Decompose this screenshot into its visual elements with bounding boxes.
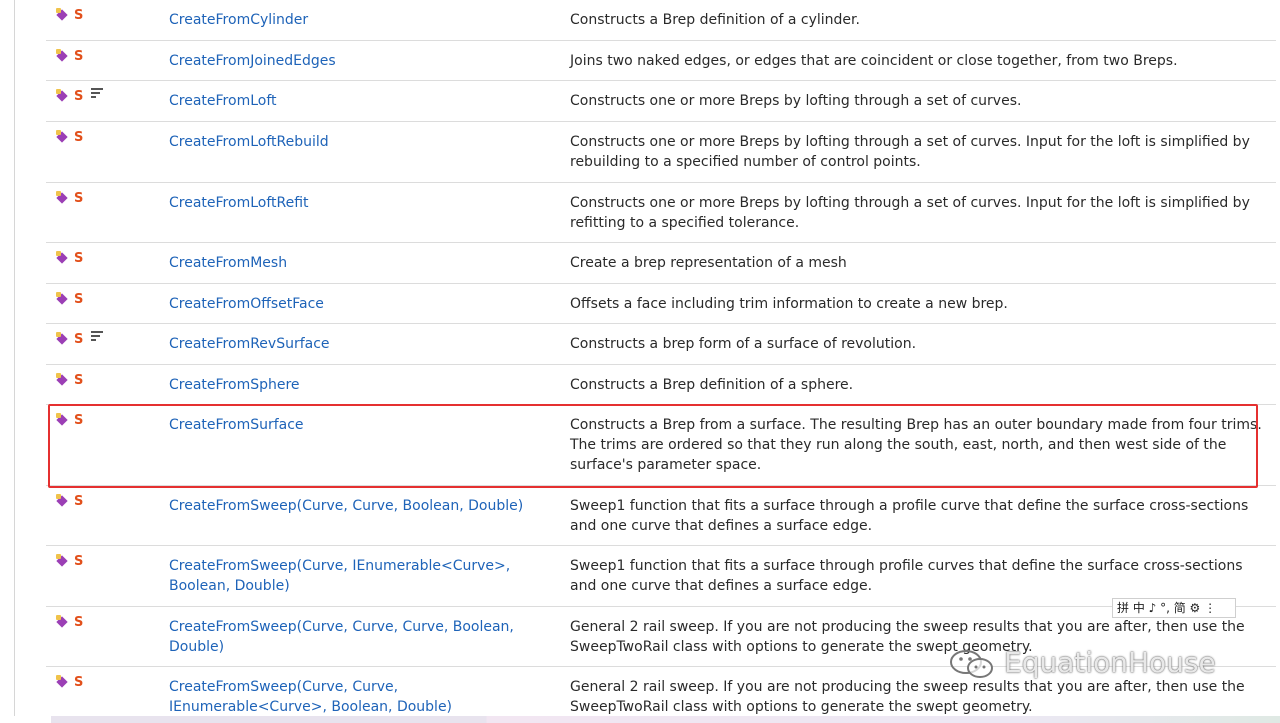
table-row: S CreateFromLoftRefit Constructs one or …	[46, 183, 1276, 243]
method-description: General 2 rail sweep. If you are not pro…	[570, 679, 1245, 715]
method-link[interactable]: CreateFromLoftRefit	[169, 193, 559, 213]
method-link[interactable]: CreateFromLoftRebuild	[169, 132, 559, 152]
member-icons: S	[56, 411, 83, 431]
table-row: S CreateFromMesh Create a brep represent…	[46, 243, 1276, 284]
watermark-text: EquationHouse	[1004, 646, 1216, 679]
table-row: S CreateFromSweep(Curve, IEnumerable<Cur…	[46, 546, 1276, 607]
public-method-icon	[56, 251, 70, 266]
member-icons: S	[56, 371, 83, 391]
static-icon: S	[74, 554, 84, 569]
method-description: Offsets a face including trim informatio…	[570, 296, 1008, 312]
static-icon: S	[74, 373, 84, 388]
method-description: Constructs a Brep from a surface. The re…	[570, 417, 1262, 473]
method-description: Sweep1 function that fits a surface thro…	[570, 498, 1249, 534]
public-method-icon	[56, 332, 70, 347]
member-icons: S	[56, 249, 83, 269]
public-method-icon	[56, 554, 70, 569]
static-icon: S	[74, 191, 84, 206]
method-description: Joins two naked edges, or edges that are…	[570, 53, 1178, 69]
static-icon: S	[74, 89, 84, 104]
static-icon: S	[74, 292, 84, 307]
method-link[interactable]: CreateFromSweep(Curve, Curve, IEnumerabl…	[169, 677, 559, 717]
public-method-icon	[56, 373, 70, 388]
overload-icon	[91, 88, 104, 98]
public-method-icon	[56, 191, 70, 206]
method-description: Constructs one or more Breps by lofting …	[570, 195, 1250, 231]
public-method-icon	[56, 413, 70, 428]
method-link[interactable]: CreateFromJoinedEdges	[169, 51, 559, 71]
wechat-logo-icon	[950, 650, 993, 678]
public-method-icon	[56, 8, 70, 23]
overload-icon	[91, 331, 104, 341]
ime-toolbar[interactable]: 拼 中 ♪ °, 简 ⚙ ⋮	[1112, 598, 1236, 618]
watermark: EquationHouse	[948, 643, 1216, 683]
public-method-icon	[56, 494, 70, 509]
method-link[interactable]: CreateFromSweep(Curve, Curve, Boolean, D…	[169, 496, 559, 516]
method-link[interactable]: CreateFromRevSurface	[169, 334, 559, 354]
table-row: S CreateFromCylinder Constructs a Brep d…	[46, 0, 1276, 41]
method-description: Constructs a brep form of a surface of r…	[570, 336, 917, 352]
member-icons: S	[56, 47, 83, 67]
table-row: S CreateFromLoft Constructs one or more …	[46, 81, 1276, 122]
public-method-icon	[56, 130, 70, 145]
method-link[interactable]: CreateFromSweep(Curve, Curve, Curve, Boo…	[169, 617, 559, 657]
public-method-icon	[56, 49, 70, 64]
static-icon: S	[74, 8, 84, 23]
member-icons: S	[56, 128, 83, 148]
static-icon: S	[74, 494, 84, 509]
method-description: Sweep1 function that fits a surface thro…	[570, 558, 1243, 594]
table-row: S CreateFromSurface Constructs a Brep fr…	[46, 405, 1276, 486]
member-icons: S	[56, 330, 104, 350]
static-icon: S	[74, 413, 84, 428]
method-link[interactable]: CreateFromLoft	[169, 91, 559, 111]
table-row: S CreateFromSweep(Curve, Curve, Boolean,…	[46, 486, 1276, 546]
table-row: S CreateFromJoinedEdges Joins two naked …	[46, 41, 1276, 81]
static-icon: S	[74, 675, 84, 690]
method-description: Constructs a Brep definition of a sphere…	[570, 377, 854, 393]
static-icon: S	[74, 332, 84, 347]
public-method-icon	[56, 675, 70, 690]
method-link[interactable]: CreateFromCylinder	[169, 10, 559, 30]
method-link[interactable]: CreateFromSphere	[169, 375, 559, 395]
method-description: Create a brep representation of a mesh	[570, 255, 847, 271]
method-link[interactable]: CreateFromMesh	[169, 253, 559, 273]
member-icons: S	[56, 492, 83, 512]
static-icon: S	[74, 251, 84, 266]
member-icons: S	[56, 87, 104, 107]
method-description: Constructs a Brep definition of a cylind…	[570, 12, 860, 28]
table-row: S CreateFromLoftRebuild Constructs one o…	[46, 122, 1276, 183]
public-method-icon	[56, 615, 70, 630]
member-icons: S	[56, 613, 83, 633]
method-link[interactable]: CreateFromOffsetFace	[169, 294, 559, 314]
table-row: S CreateFromRevSurface Constructs a brep…	[46, 324, 1276, 365]
member-icons: S	[56, 290, 83, 310]
member-icons: S	[56, 189, 83, 209]
table-row: S CreateFromSphere Constructs a Brep def…	[46, 365, 1276, 405]
methods-table: S CreateFromCylinder Constructs a Brep d…	[46, 0, 1276, 723]
left-divider	[14, 0, 15, 723]
static-icon: S	[74, 615, 84, 630]
taskbar-edge	[0, 716, 1280, 723]
public-method-icon	[56, 292, 70, 307]
static-icon: S	[74, 130, 84, 145]
method-description: Constructs one or more Breps by lofting …	[570, 134, 1250, 170]
method-description: Constructs one or more Breps by lofting …	[570, 93, 1022, 109]
method-link[interactable]: CreateFromSurface	[169, 415, 559, 435]
public-method-icon	[56, 89, 70, 104]
method-link[interactable]: CreateFromSweep(Curve, IEnumerable<Curve…	[169, 556, 559, 596]
member-icons: S	[56, 552, 83, 572]
member-icons: S	[56, 673, 83, 693]
table-row: S CreateFromOffsetFace Offsets a face in…	[46, 284, 1276, 324]
static-icon: S	[74, 49, 84, 64]
member-icons: S	[56, 6, 83, 26]
